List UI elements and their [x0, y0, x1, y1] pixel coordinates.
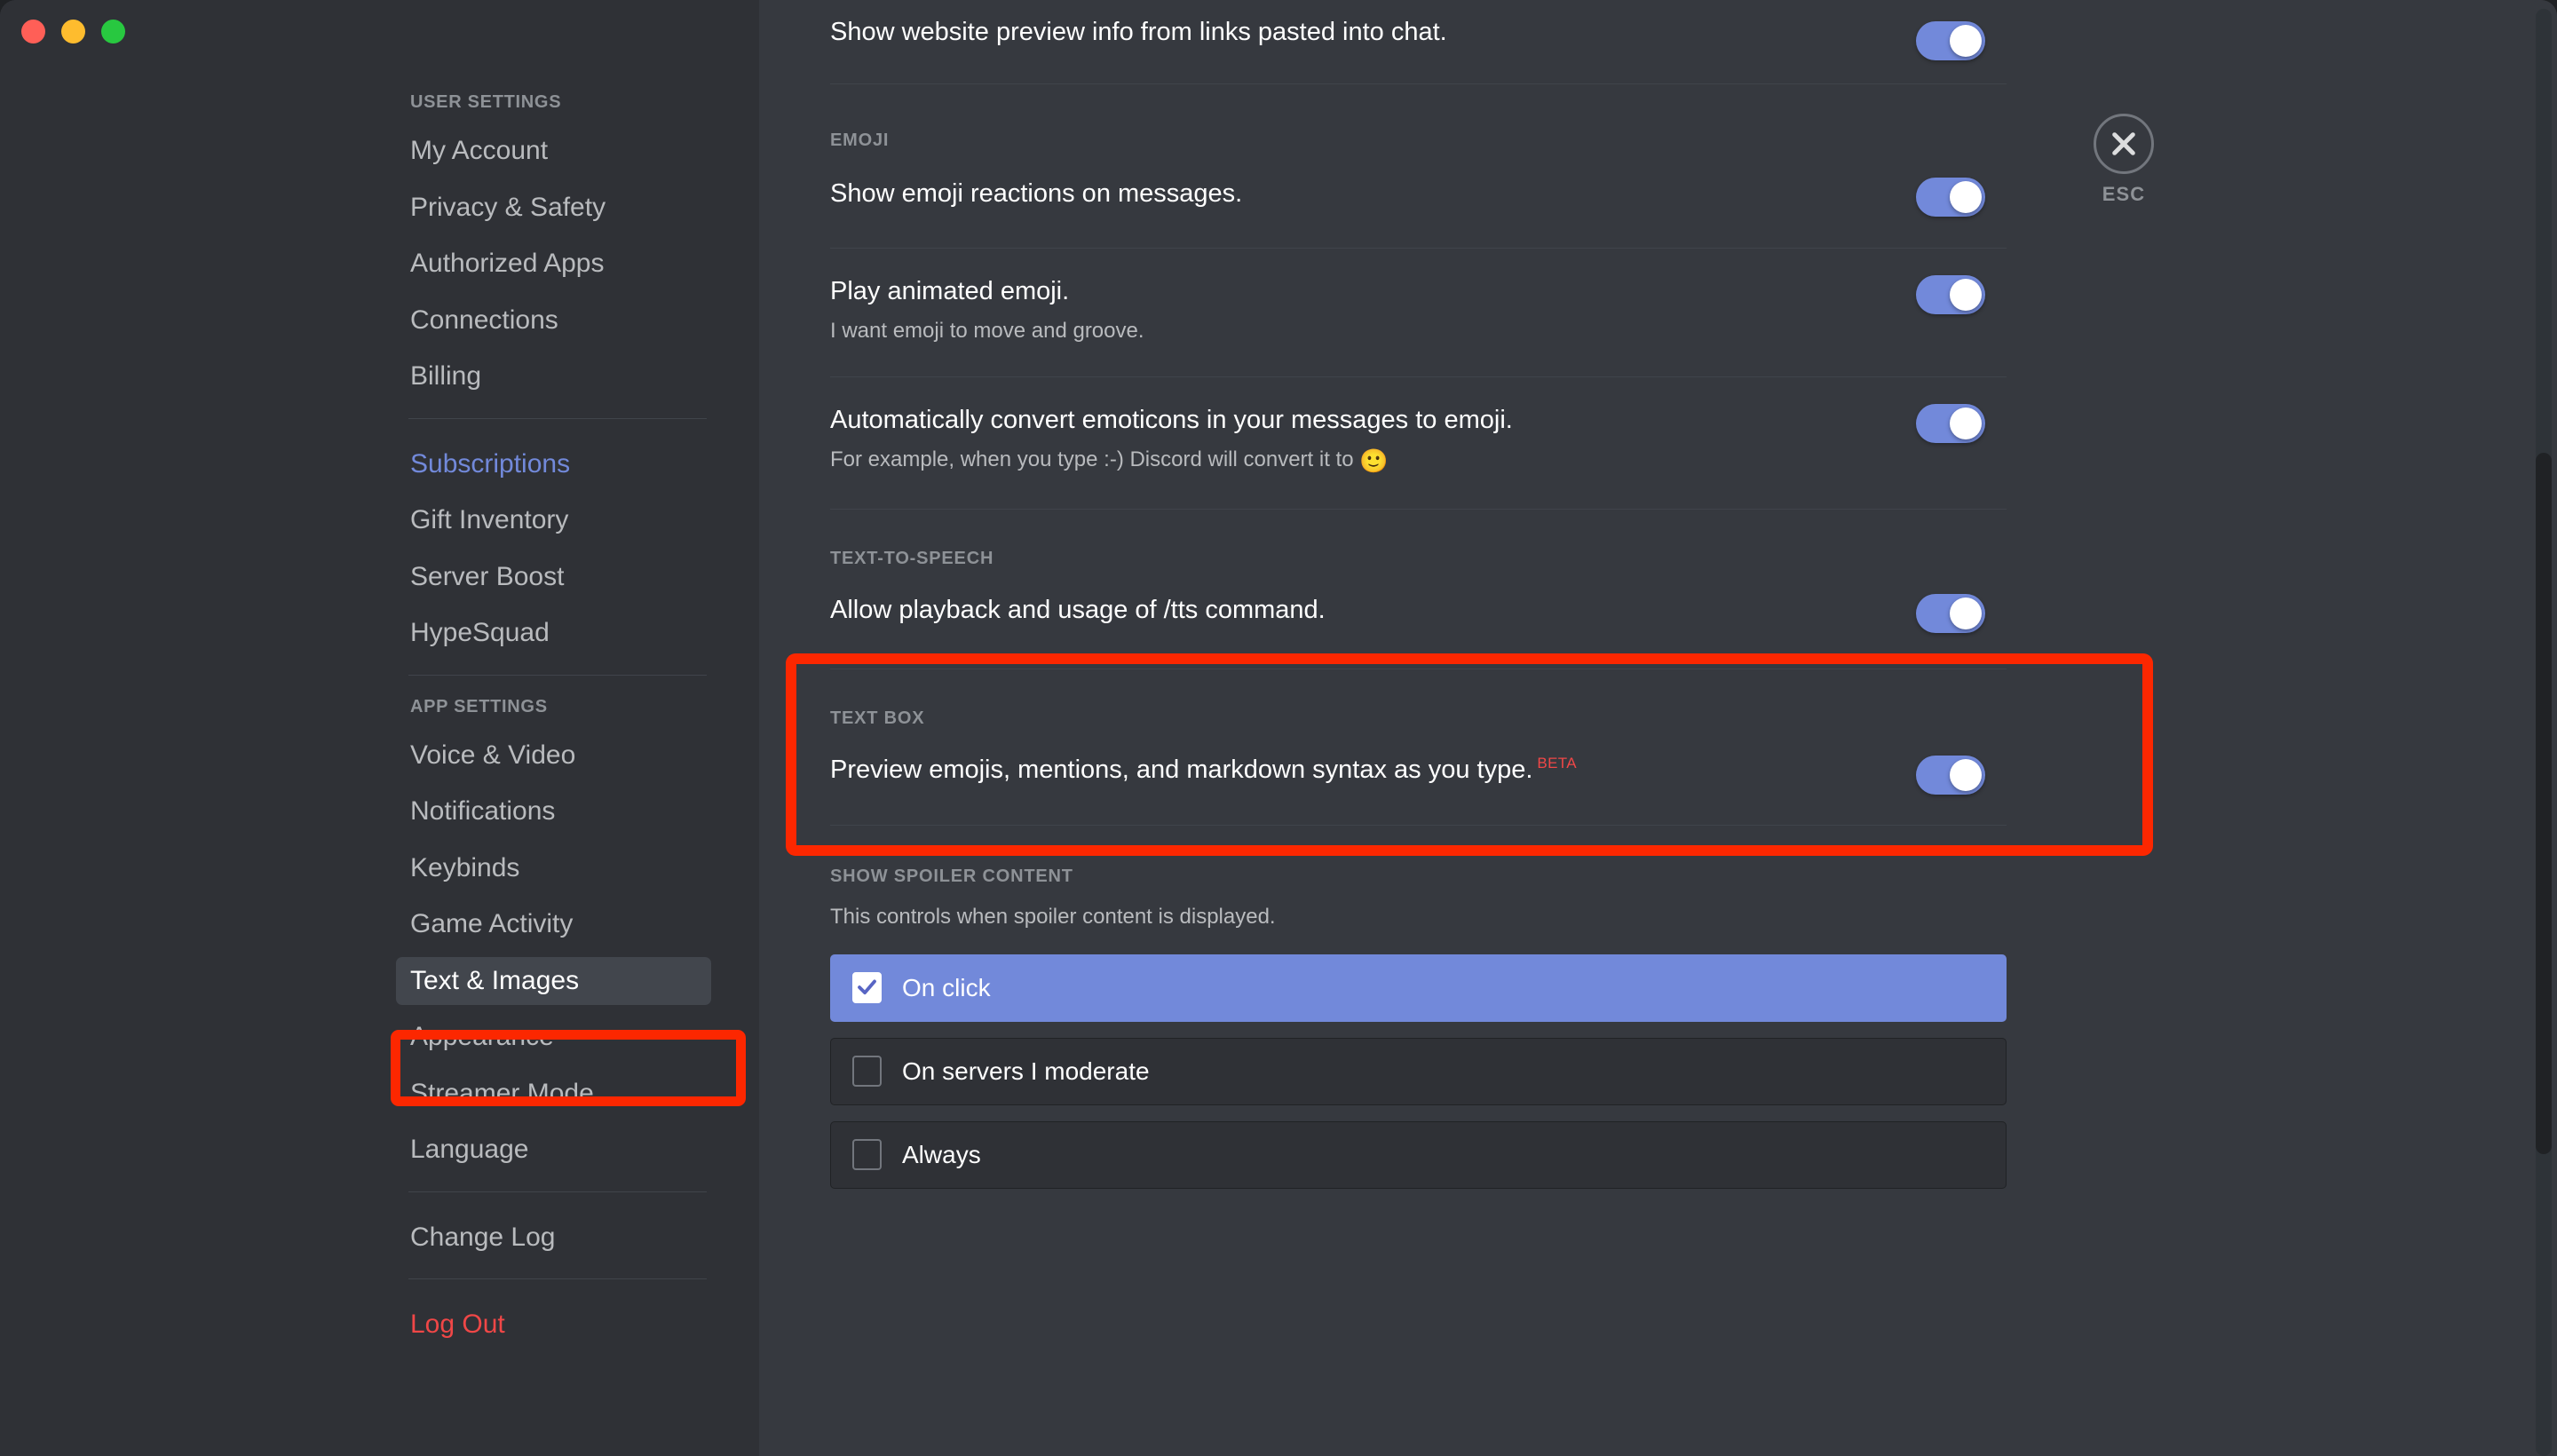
close-settings-button[interactable]: ESC [2070, 114, 2177, 206]
discord-user-settings-window: USER SETTINGS My Account Privacy & Safet… [0, 0, 2557, 1456]
sidebar-item-game-activity[interactable]: Game Activity [408, 900, 724, 949]
settings-content-panel: Show website preview info from links pas… [759, 0, 2557, 1456]
setting-title-link-preview: Show website preview info from links pas… [830, 18, 1447, 46]
window-close-button[interactable] [21, 20, 45, 44]
sidebar-item-authorized-apps[interactable]: Authorized Apps [408, 240, 724, 289]
sidebar-item-change-log[interactable]: Change Log [408, 1214, 724, 1262]
toggle-text-box-preview[interactable] [1916, 756, 1985, 795]
sidebar-item-server-boost[interactable]: Server Boost [408, 553, 724, 602]
spoiler-option-label: On servers I moderate [902, 1056, 1150, 1085]
sidebar-item-appearance[interactable]: Appearance [408, 1013, 724, 1062]
spoiler-option-label: On click [902, 973, 991, 1001]
slight-smile-emoji-icon: 🙂 [1359, 447, 1389, 475]
content-scrollbar-track[interactable] [2536, 9, 2552, 1456]
sidebar-item-billing[interactable]: Billing [408, 352, 724, 401]
beta-badge: BETA [1537, 755, 1577, 772]
setting-row-animated-emoji: Play animated emoji. I want emoji to mov… [830, 249, 2007, 376]
sidebar-group-header-app-settings: APP SETTINGS [410, 696, 548, 716]
spoiler-option-always[interactable]: Always [830, 1120, 2007, 1189]
content-scrollbar-thumb[interactable] [2536, 453, 2552, 1154]
sidebar-item-privacy-safety[interactable]: Privacy & Safety [408, 184, 724, 233]
setting-desc-spoiler: This controls when spoiler content is di… [830, 905, 1276, 930]
sidebar-item-subscriptions[interactable]: Subscriptions [408, 440, 724, 489]
toggle-emoticon-convert[interactable] [1916, 403, 1985, 443]
spoiler-option-on-click[interactable]: On click [830, 954, 2007, 1022]
category-label-text-to-speech: TEXT-TO-SPEECH [830, 548, 994, 568]
sidebar-item-notifications[interactable]: Notifications [408, 787, 724, 836]
settings-sidebar: USER SETTINGS My Account Privacy & Safet… [0, 0, 759, 1456]
sidebar-group-header-user-settings: USER SETTINGS [410, 92, 562, 112]
toggle-knob [1950, 181, 1982, 214]
toggle-emoji-reactions[interactable] [1916, 178, 1985, 218]
toggle-knob [1950, 407, 1982, 439]
sidebar-item-keybinds[interactable]: Keybinds [408, 844, 724, 893]
close-icon-circle [2094, 114, 2154, 174]
category-label-text-box: TEXT BOX [830, 708, 925, 729]
setting-row-emoticon-convert: Automatically convert emoticons in your … [830, 377, 2007, 509]
toggle-knob [1950, 759, 1982, 792]
setting-desc-emoticon-convert: For example, when you type :-) Discord w… [830, 446, 2007, 477]
category-label-show-spoiler-content: SHOW SPOILER CONTENT [830, 866, 1073, 887]
close-esc-label: ESC [2102, 183, 2146, 205]
sidebar-item-gift-inventory[interactable]: Gift Inventory [408, 496, 724, 545]
sidebar-divider-4 [408, 1278, 707, 1279]
spoiler-option-label: Always [902, 1140, 981, 1168]
setting-title-animated-emoji: Play animated emoji. [830, 276, 1070, 305]
spoiler-option-on-servers-i-moderate[interactable]: On servers I moderate [830, 1037, 2007, 1105]
setting-row-text-box-preview: Preview emojis, mentions, and markdown s… [830, 729, 2007, 825]
toggle-tts[interactable] [1916, 593, 1985, 633]
sidebar-item-language[interactable]: Language [408, 1126, 724, 1175]
toggle-knob [1950, 597, 1982, 629]
checkbox-always[interactable] [852, 1139, 882, 1171]
settings-content-column: Show website preview info from links pas… [830, 0, 2007, 1205]
setting-row-tts: Allow playback and usage of /tts command… [830, 569, 2007, 669]
window-maximize-button[interactable] [101, 20, 125, 44]
toggle-knob [1950, 25, 1982, 57]
setting-title-text-box-preview-text: Preview emojis, mentions, and markdown s… [830, 756, 1533, 785]
window-controls [21, 20, 125, 44]
setting-desc-animated-emoji: I want emoji to move and groove. [830, 318, 1144, 343]
checkmark-icon [858, 979, 876, 995]
toggle-link-preview[interactable] [1916, 21, 1985, 60]
setting-title-emoji-reactions: Show emoji reactions on messages. [830, 179, 1243, 209]
sidebar-item-text-images[interactable]: Text & Images [396, 956, 711, 1005]
sidebar-item-streamer-mode[interactable]: Streamer Mode [408, 1070, 724, 1119]
window-minimize-button[interactable] [61, 20, 85, 44]
setting-row-link-preview: Show website preview info from links pas… [830, 0, 2007, 83]
sidebar-item-voice-video[interactable]: Voice & Video [408, 732, 724, 780]
sidebar-item-connections[interactable]: Connections [408, 297, 724, 345]
category-label-emoji: EMOJI [830, 131, 890, 151]
sidebar-item-my-account[interactable]: My Account [408, 127, 724, 176]
sidebar-divider-2 [408, 674, 707, 676]
setting-title-emoticon-convert: Automatically convert emoticons in your … [830, 405, 1513, 434]
setting-title-text-box-preview: Preview emojis, mentions, and markdown s… [830, 754, 2007, 786]
settings-nav-list: USER SETTINGS My Account Privacy & Safet… [396, 92, 724, 1357]
sidebar-item-log-out[interactable]: Log Out [408, 1301, 724, 1349]
setting-desc-emoticon-convert-text: For example, when you type :-) Discord w… [830, 447, 1360, 472]
checkbox-on-servers-i-moderate[interactable] [852, 1056, 882, 1088]
sidebar-divider-3 [408, 1191, 707, 1192]
close-icon [2112, 132, 2135, 155]
sidebar-divider-1 [408, 417, 707, 419]
sidebar-item-hypesquad[interactable]: HypeSquad [408, 609, 724, 658]
toggle-animated-emoji[interactable] [1916, 274, 1985, 314]
toggle-knob [1950, 278, 1982, 311]
setting-row-emoji-reactions: Show emoji reactions on messages. [830, 151, 2007, 247]
checkbox-on-click[interactable] [852, 972, 882, 1004]
setting-title-tts: Allow playback and usage of /tts command… [830, 595, 1326, 624]
